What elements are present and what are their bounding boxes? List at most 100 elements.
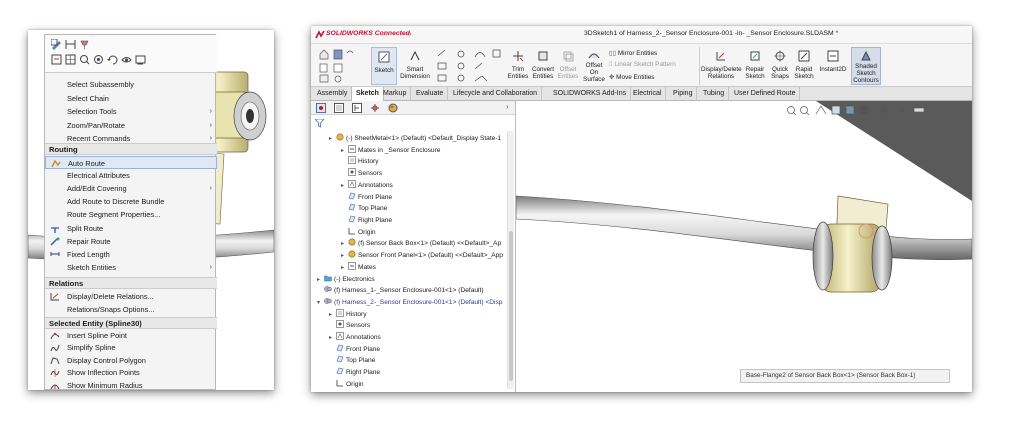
tree-item[interactable]: ▸ Annotations bbox=[329, 332, 381, 343]
tree-expand-toggle-icon[interactable]: ▸ bbox=[341, 181, 348, 192]
graphics-area[interactable]: Base-Flange2 of Sensor Back Box<1> (Sens… bbox=[516, 101, 972, 392]
quick-snaps-button[interactable]: Quick Snaps bbox=[769, 47, 791, 85]
tree-expand-icon[interactable]: › bbox=[506, 102, 509, 111]
hide-show-icon[interactable] bbox=[121, 54, 132, 65]
menu-item-fixed-length[interactable]: Fixed Length bbox=[45, 248, 217, 261]
rotate-icon[interactable] bbox=[107, 54, 118, 65]
convert-entities-button[interactable]: Convert Entities bbox=[531, 47, 555, 85]
menu-item-insert-spline-point[interactable]: Insert Spline Point bbox=[45, 329, 217, 342]
menu-item-sketch-entities[interactable]: Sketch Entities › bbox=[45, 261, 217, 274]
tree-item[interactable]: Sensors bbox=[329, 320, 370, 331]
menu-item-auto-route[interactable]: Auto Route bbox=[45, 156, 217, 169]
heads-up-view-toolbar[interactable] bbox=[786, 104, 936, 116]
tree-scrollbar[interactable] bbox=[507, 131, 514, 389]
tree-item[interactable]: ▸ Sensor Front Panel<1> (Default) <<Defau… bbox=[341, 250, 503, 261]
tree-item[interactable]: ▸ (-) SheetMetal<1> (Default) <Default_Di… bbox=[329, 133, 501, 144]
repair-sketch-button[interactable]: Repair Sketch bbox=[743, 47, 767, 85]
menu-item-route-segment-properties[interactable]: Route Segment Properties... bbox=[45, 208, 217, 221]
offset-on-surface-button[interactable]: Offset On Surface bbox=[581, 47, 607, 85]
mirror-entities-button[interactable]: ▯▯ Mirror Entities bbox=[609, 49, 657, 57]
tree-expand-toggle-icon[interactable]: ▸ bbox=[341, 263, 348, 274]
tree-scrollbar-thumb[interactable] bbox=[509, 231, 513, 381]
tree-expand-toggle-icon[interactable]: ▸ bbox=[317, 275, 324, 286]
tab-evaluate[interactable]: Evaluate bbox=[412, 87, 449, 101]
display-delete-relations-button[interactable]: Display/Delete Relations bbox=[701, 47, 742, 85]
tree-item[interactable]: Right Plane bbox=[341, 215, 392, 226]
tab-assembly[interactable]: Assembly bbox=[313, 87, 353, 101]
tab-piping[interactable]: Piping bbox=[669, 87, 698, 101]
tree-item[interactable]: Origin bbox=[341, 227, 376, 238]
feature-manager-tab-icon[interactable] bbox=[316, 103, 326, 113]
menu-item-add-route-to-discrete-bundle[interactable]: Add Route to Discrete Bundle bbox=[45, 195, 217, 208]
tree-item[interactable]: Front Plane bbox=[329, 344, 380, 355]
configuration-manager-tab-icon[interactable] bbox=[352, 103, 362, 113]
tree-item[interactable]: ▸ Annotations bbox=[341, 179, 393, 192]
tab-lifecycle-and-collaboration[interactable]: Lifecycle and Collaboration bbox=[449, 87, 543, 101]
sketch-entities-group[interactable] bbox=[435, 48, 505, 84]
display-manager-tab-icon[interactable] bbox=[388, 103, 398, 113]
menu-item-select-subassembly[interactable]: Select Subassembly bbox=[45, 78, 217, 91]
tree-item[interactable]: ▸ History bbox=[329, 308, 367, 321]
trim-entities-button[interactable]: Trim Entities bbox=[507, 47, 529, 85]
tree-item[interactable]: History bbox=[341, 156, 379, 167]
tab-solidworks-add-ins[interactable]: SOLIDWORKS Add-Ins bbox=[549, 87, 632, 101]
menu-item-zoom-pan-rotate[interactable]: Zoom/Pan/Rotate › bbox=[45, 119, 217, 132]
shaded-sketch-contours-button[interactable]: Shaded Sketch Contours bbox=[851, 47, 881, 85]
menu-item-add-edit-covering[interactable]: Add/Edit Covering › bbox=[45, 182, 217, 195]
tree-expand-toggle-icon[interactable]: ▸ bbox=[341, 239, 348, 250]
edit-sketch-icon[interactable] bbox=[51, 39, 62, 50]
dimxpert-tab-icon[interactable] bbox=[370, 103, 380, 113]
menu-item-recent-commands[interactable]: Recent Commands › bbox=[45, 132, 217, 145]
view-orientation-icon[interactable] bbox=[93, 54, 104, 65]
tab-user-defined-route[interactable]: User Defined Route bbox=[730, 87, 801, 101]
menu-item-select-chain[interactable]: Select Chain bbox=[45, 92, 217, 105]
tree-item[interactable]: ▸ (-) Electronics bbox=[317, 274, 375, 285]
tree-expand-toggle-icon[interactable]: ▸ bbox=[341, 251, 348, 262]
tree-item[interactable]: ▾ (f) Harness_2-_Sensor Enclosure-001<1> … bbox=[317, 297, 502, 308]
menu-item-show-minimum-radius[interactable]: Show Minimum Radius bbox=[45, 379, 217, 390]
tree-expand-toggle-icon[interactable]: ▾ bbox=[317, 298, 324, 309]
linear-pattern-button[interactable]: ⁞⁞ Linear Sketch Pattern bbox=[609, 61, 676, 68]
sketch-button[interactable]: Sketch bbox=[371, 47, 397, 85]
offset-entities-button[interactable]: Offset Entities bbox=[557, 47, 579, 85]
relations-icon[interactable] bbox=[51, 54, 62, 65]
menu-item-repair-route[interactable]: Repair Route bbox=[45, 235, 217, 248]
menu-item-selection-tools[interactable]: Selection Tools › bbox=[45, 105, 217, 118]
menu-item-relations-snaps-options[interactable]: Relations/Snaps Options... bbox=[45, 303, 217, 316]
tree-expand-toggle-icon[interactable]: ▸ bbox=[329, 134, 336, 145]
filter-icon[interactable] bbox=[315, 119, 325, 128]
tab-markup[interactable]: Markup bbox=[379, 87, 412, 101]
tree-item[interactable]: Top Plane bbox=[329, 355, 375, 366]
smart-dimension-button[interactable]: Smart Dimension bbox=[399, 47, 431, 85]
pin-icon[interactable] bbox=[79, 39, 90, 50]
menu-item-simplify-spline[interactable]: Simplify Spline bbox=[45, 341, 217, 354]
tree-item[interactable]: ▸ (f) Sensor Back Box<1> (Default) <<Defa… bbox=[341, 238, 501, 249]
menu-item-show-inflection-points[interactable]: Show Inflection Points bbox=[45, 366, 217, 379]
zoom-icon[interactable] bbox=[79, 54, 90, 65]
tree-expand-toggle-icon[interactable]: ▸ bbox=[341, 146, 348, 157]
tree-expand-toggle-icon[interactable]: ▸ bbox=[329, 310, 336, 321]
tree-item[interactable]: Top Plane bbox=[341, 203, 387, 214]
tree-item[interactable]: ▸ Mates bbox=[341, 261, 376, 274]
property-manager-tab-icon[interactable] bbox=[334, 103, 344, 113]
appearance-icon[interactable] bbox=[135, 54, 146, 65]
menu-item-display-control-polygon[interactable]: Display Control Polygon bbox=[45, 354, 217, 367]
move-entities-button[interactable]: ✥ Move Entities bbox=[609, 73, 655, 81]
dimension-icon[interactable] bbox=[65, 39, 76, 50]
menu-item-split-route[interactable]: Split Route bbox=[45, 222, 217, 235]
tree-item[interactable]: (f) Harness_1-_Sensor Enclosure-001<1> (… bbox=[317, 285, 484, 296]
tree-item[interactable]: ▸ Mates in _Sensor Enclosure bbox=[341, 144, 440, 157]
menu-item-electrical-attributes[interactable]: Electrical Attributes bbox=[45, 169, 217, 182]
tree-item[interactable]: Origin bbox=[329, 379, 364, 390]
tree-item[interactable]: Sensors bbox=[341, 168, 382, 179]
rapid-sketch-button[interactable]: Rapid Sketch bbox=[793, 47, 815, 85]
grid-icon[interactable] bbox=[65, 54, 76, 65]
menu-expand-icon[interactable]: › bbox=[409, 29, 412, 38]
tree-item[interactable]: Front Plane bbox=[341, 192, 392, 203]
tab-tubing[interactable]: Tubing bbox=[699, 87, 730, 101]
tab-electrical[interactable]: Electrical bbox=[629, 87, 667, 101]
instant2d-button[interactable]: Instant2D bbox=[817, 47, 849, 85]
tree-expand-toggle-icon[interactable]: ▸ bbox=[329, 333, 336, 344]
tree-item[interactable]: Right Plane bbox=[329, 367, 380, 378]
menu-item-display-delete-relations[interactable]: Display/Delete Relations... bbox=[45, 290, 217, 303]
